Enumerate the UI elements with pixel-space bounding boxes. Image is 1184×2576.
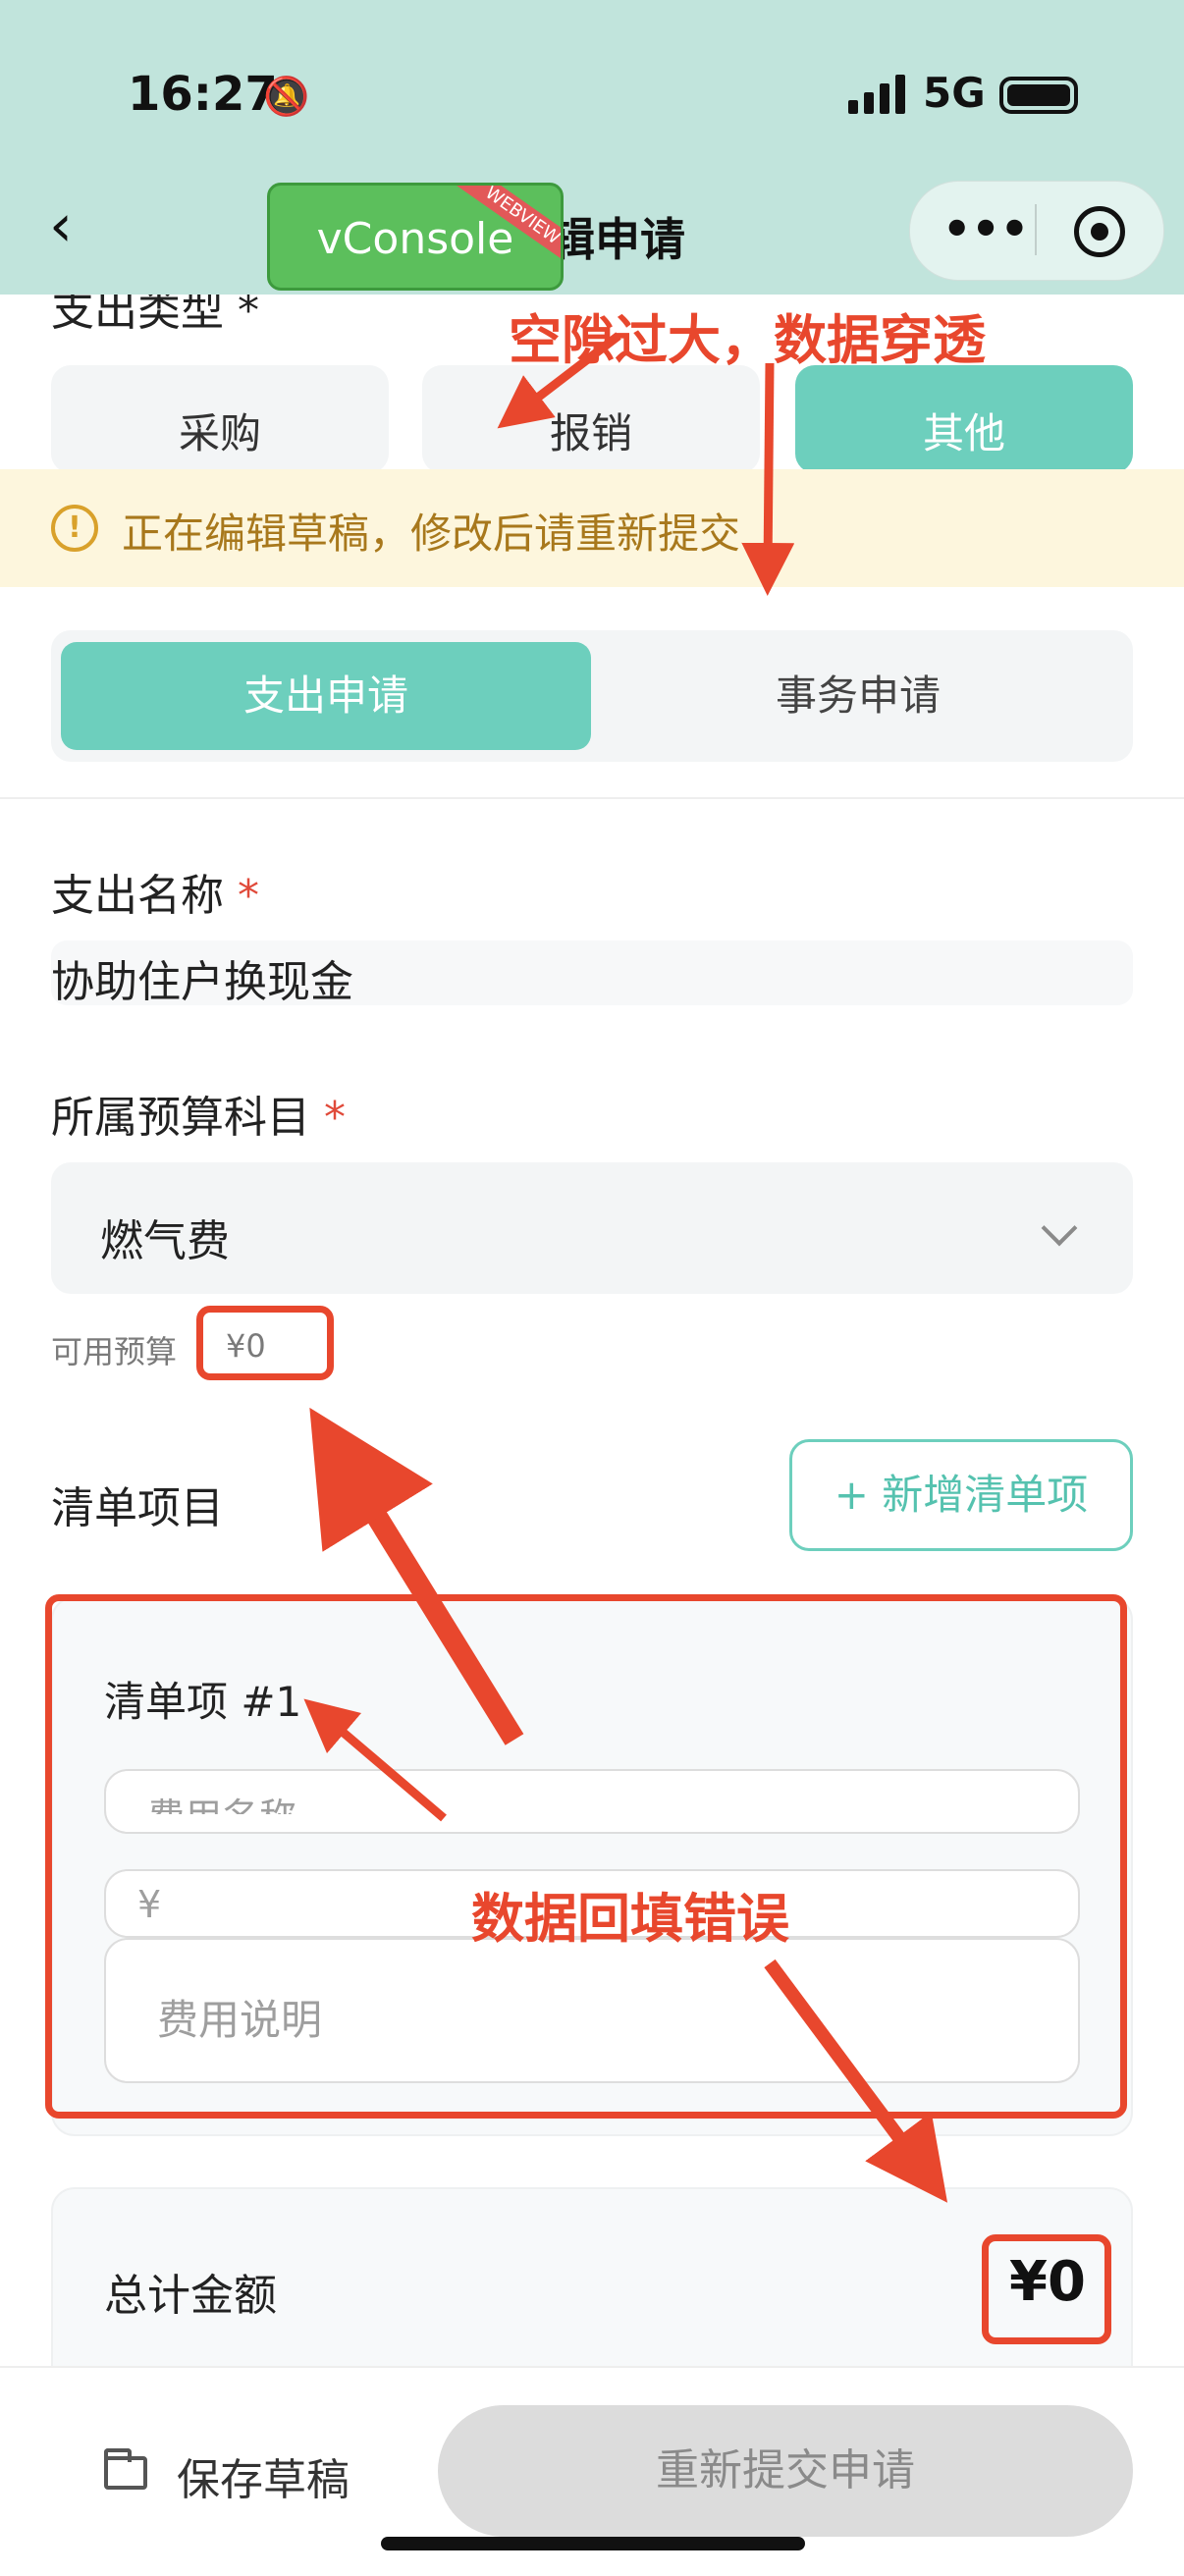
expense-type-option-other[interactable]: 其他 xyxy=(795,365,1133,473)
signal-icon xyxy=(848,75,905,114)
expense-name-value: 协助住户换现金 xyxy=(51,957,353,1007)
close-target-icon[interactable] xyxy=(1074,206,1125,257)
more-dots-icon[interactable]: ••• xyxy=(942,202,1029,255)
expense-type-option-reimburse[interactable]: 报销 xyxy=(422,365,760,473)
annotation-box-total xyxy=(982,2234,1111,2344)
warning-icon: ! xyxy=(51,505,98,552)
total-amount-label: 总计金额 xyxy=(104,2271,277,2321)
draft-notice-text: 正在编辑草稿，修改后请重新提交 xyxy=(122,510,741,558)
expense-type-option-purchase[interactable]: 采购 xyxy=(51,365,389,473)
mute-bell-icon: 🔕 xyxy=(263,75,310,118)
add-list-item-button[interactable]: + 新增清单项 xyxy=(789,1439,1133,1551)
status-time: 16:27 xyxy=(128,67,278,122)
annotation-box-available xyxy=(196,1306,334,1380)
section-divider xyxy=(0,797,1184,799)
home-indicator xyxy=(381,2537,805,2550)
page-title: 辑申请 xyxy=(550,213,685,266)
battery-icon xyxy=(999,77,1078,114)
network-type: 5G xyxy=(923,69,986,117)
vconsole-button[interactable]: vConsole WEBVIEW xyxy=(267,183,564,291)
budget-selected-value: 燃气费 xyxy=(100,1216,230,1266)
resubmit-button[interactable]: 重新提交申请 xyxy=(438,2405,1133,2537)
annotation-box-list-item xyxy=(45,1594,1127,2119)
back-arrow-icon[interactable]: ‹ xyxy=(49,196,73,255)
apply-type-affairs[interactable]: 事务申请 xyxy=(593,642,1123,750)
annotation-gap-note: 空隙过大，数据穿透 xyxy=(509,309,986,371)
expense-name-label: 支出名称 * xyxy=(51,871,259,921)
available-budget-label: 可用预算 xyxy=(51,1333,178,1370)
list-section-title: 清单项目 xyxy=(51,1483,224,1533)
capsule-divider xyxy=(1035,204,1037,255)
apply-type-expense[interactable]: 支出申请 xyxy=(61,642,591,750)
budget-label: 所属预算科目 * xyxy=(51,1093,346,1143)
save-draft-button[interactable]: 保存草稿 xyxy=(177,2444,350,2507)
folder-icon xyxy=(104,2448,147,2490)
